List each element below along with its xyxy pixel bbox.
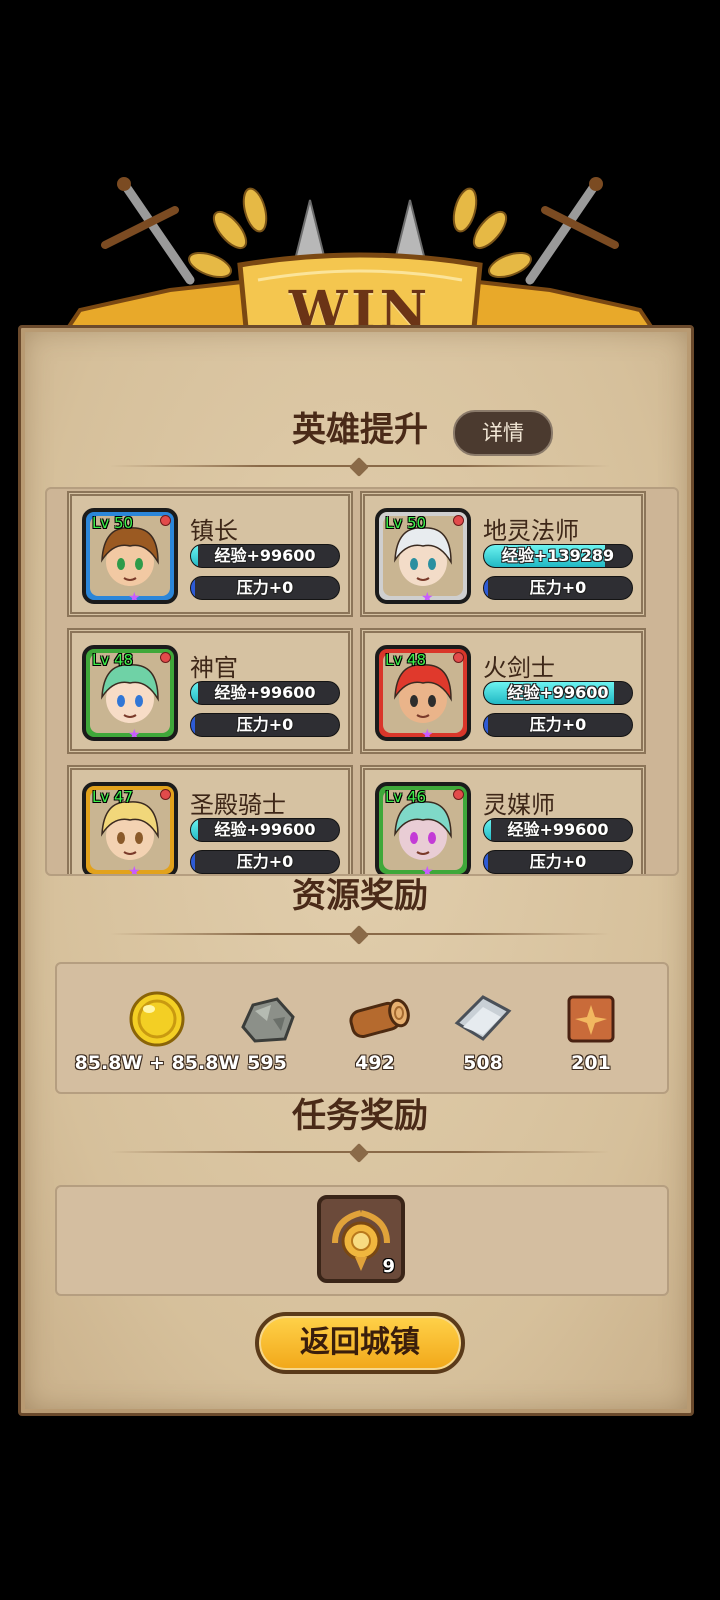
pressure-bar: 压力+0 [483, 576, 633, 600]
hero-portrait[interactable]: Lv 46 ★ [375, 782, 471, 874]
steel-plate-icon [454, 995, 512, 1041]
exp-bar: 经验+99600 [190, 544, 340, 568]
pressure-bar: 压力+0 [483, 713, 633, 737]
scroll-icon [567, 995, 615, 1043]
hero-name: 神官 [190, 654, 238, 682]
exp-bar: 经验+139289 [483, 544, 633, 568]
hero-level: Lv 46 [385, 788, 427, 806]
hero-portrait[interactable]: Lv 47 ★ [82, 782, 178, 874]
pressure-bar: 压力+0 [190, 576, 340, 600]
hero-name: 火剑士 [483, 654, 555, 682]
hero-portrait[interactable]: Lv 48 ★ [375, 645, 471, 741]
hero-level: Lv 50 [385, 514, 427, 532]
red-dot-icon [453, 515, 464, 526]
star-icon: ★ [421, 590, 434, 604]
resource-list: 85.8W + 85.8W 595 492 508 201 [55, 962, 669, 1094]
hero-level: Lv 50 [92, 514, 134, 532]
right-sword-icon [525, 177, 619, 285]
resource-value: 201 [571, 1052, 611, 1074]
exp-text: 经验+99600 [214, 683, 316, 702]
hero-level: Lv 48 [385, 651, 427, 669]
pressure-text: 压力+0 [529, 715, 587, 734]
star-icon: ★ [128, 590, 141, 604]
gold-coin-icon [129, 991, 185, 1047]
pressure-text: 压力+0 [529, 578, 587, 597]
pressure-text: 压力+0 [236, 578, 294, 597]
hero-portrait[interactable]: Lv 50 ★ [82, 508, 178, 604]
red-dot-icon [453, 789, 464, 800]
hero-name: 镇长 [190, 517, 238, 545]
hero-level: Lv 47 [92, 788, 134, 806]
hero-name: 圣殿骑士 [190, 791, 286, 819]
exp-bar: 经验+99600 [483, 681, 633, 705]
exp-text: 经验+99600 [507, 820, 609, 839]
exp-text: 经验+99600 [507, 683, 609, 702]
exp-text: 经验+99600 [214, 546, 316, 565]
red-dot-icon [453, 652, 464, 663]
red-dot-icon [160, 515, 171, 526]
hero-portrait[interactable]: Lv 48 ★ [82, 645, 178, 741]
detail-button[interactable]: 详情 [453, 410, 553, 456]
task-reward-list: 9 [55, 1185, 669, 1296]
divider [110, 1146, 610, 1158]
hero-card[interactable]: Lv 46 ★ 灵媒师 经验+99600 压力+0 [360, 765, 646, 874]
hero-level: Lv 48 [92, 651, 134, 669]
hero-section-title: 英雄提升 [292, 410, 428, 450]
exp-bar: 经验+99600 [483, 818, 633, 842]
resource-section-title: 资源奖励 [292, 876, 428, 916]
hero-name: 灵媒师 [483, 791, 555, 819]
resource-item[interactable]: 201 [531, 964, 651, 1092]
exp-text: 经验+99600 [214, 820, 316, 839]
return-town-button[interactable]: 返回城镇 [255, 1312, 465, 1374]
hero-name: 地灵法师 [483, 517, 579, 545]
hero-list[interactable]: Lv 50 ★ 镇长 经验+99600 压力+0 Lv 50 ★ 地灵法师 经验… [45, 487, 679, 876]
task-reward-count: 9 [382, 1256, 395, 1277]
pressure-text: 压力+0 [236, 715, 294, 734]
exp-text: 经验+139289 [501, 546, 615, 565]
hero-portrait[interactable]: Lv 50 ★ [375, 508, 471, 604]
red-dot-icon [160, 652, 171, 663]
star-icon: ★ [421, 727, 434, 741]
exp-bar: 经验+99600 [190, 681, 340, 705]
ore-icon [241, 997, 295, 1043]
red-dot-icon [160, 789, 171, 800]
hero-card[interactable]: Lv 50 ★ 镇长 经验+99600 压力+0 [67, 491, 353, 617]
wood-log-icon [349, 998, 410, 1038]
hero-card[interactable]: Lv 48 ★ 火剑士 经验+99600 压力+0 [360, 628, 646, 754]
star-icon: ★ [128, 727, 141, 741]
task-reward-item[interactable]: 9 [317, 1195, 405, 1283]
hero-card[interactable]: Lv 50 ★ 地灵法师 经验+139289 压力+0 [360, 491, 646, 617]
pressure-bar: 压力+0 [190, 713, 340, 737]
divider [110, 460, 610, 472]
divider [110, 928, 610, 940]
hero-card[interactable]: Lv 48 ★ 神官 经验+99600 压力+0 [67, 628, 353, 754]
hero-card[interactable]: Lv 47 ★ 圣殿骑士 经验+99600 压力+0 [67, 765, 353, 874]
exp-bar: 经验+99600 [190, 818, 340, 842]
task-section-title: 任务奖励 [292, 1096, 428, 1136]
left-sword-icon [101, 177, 195, 285]
